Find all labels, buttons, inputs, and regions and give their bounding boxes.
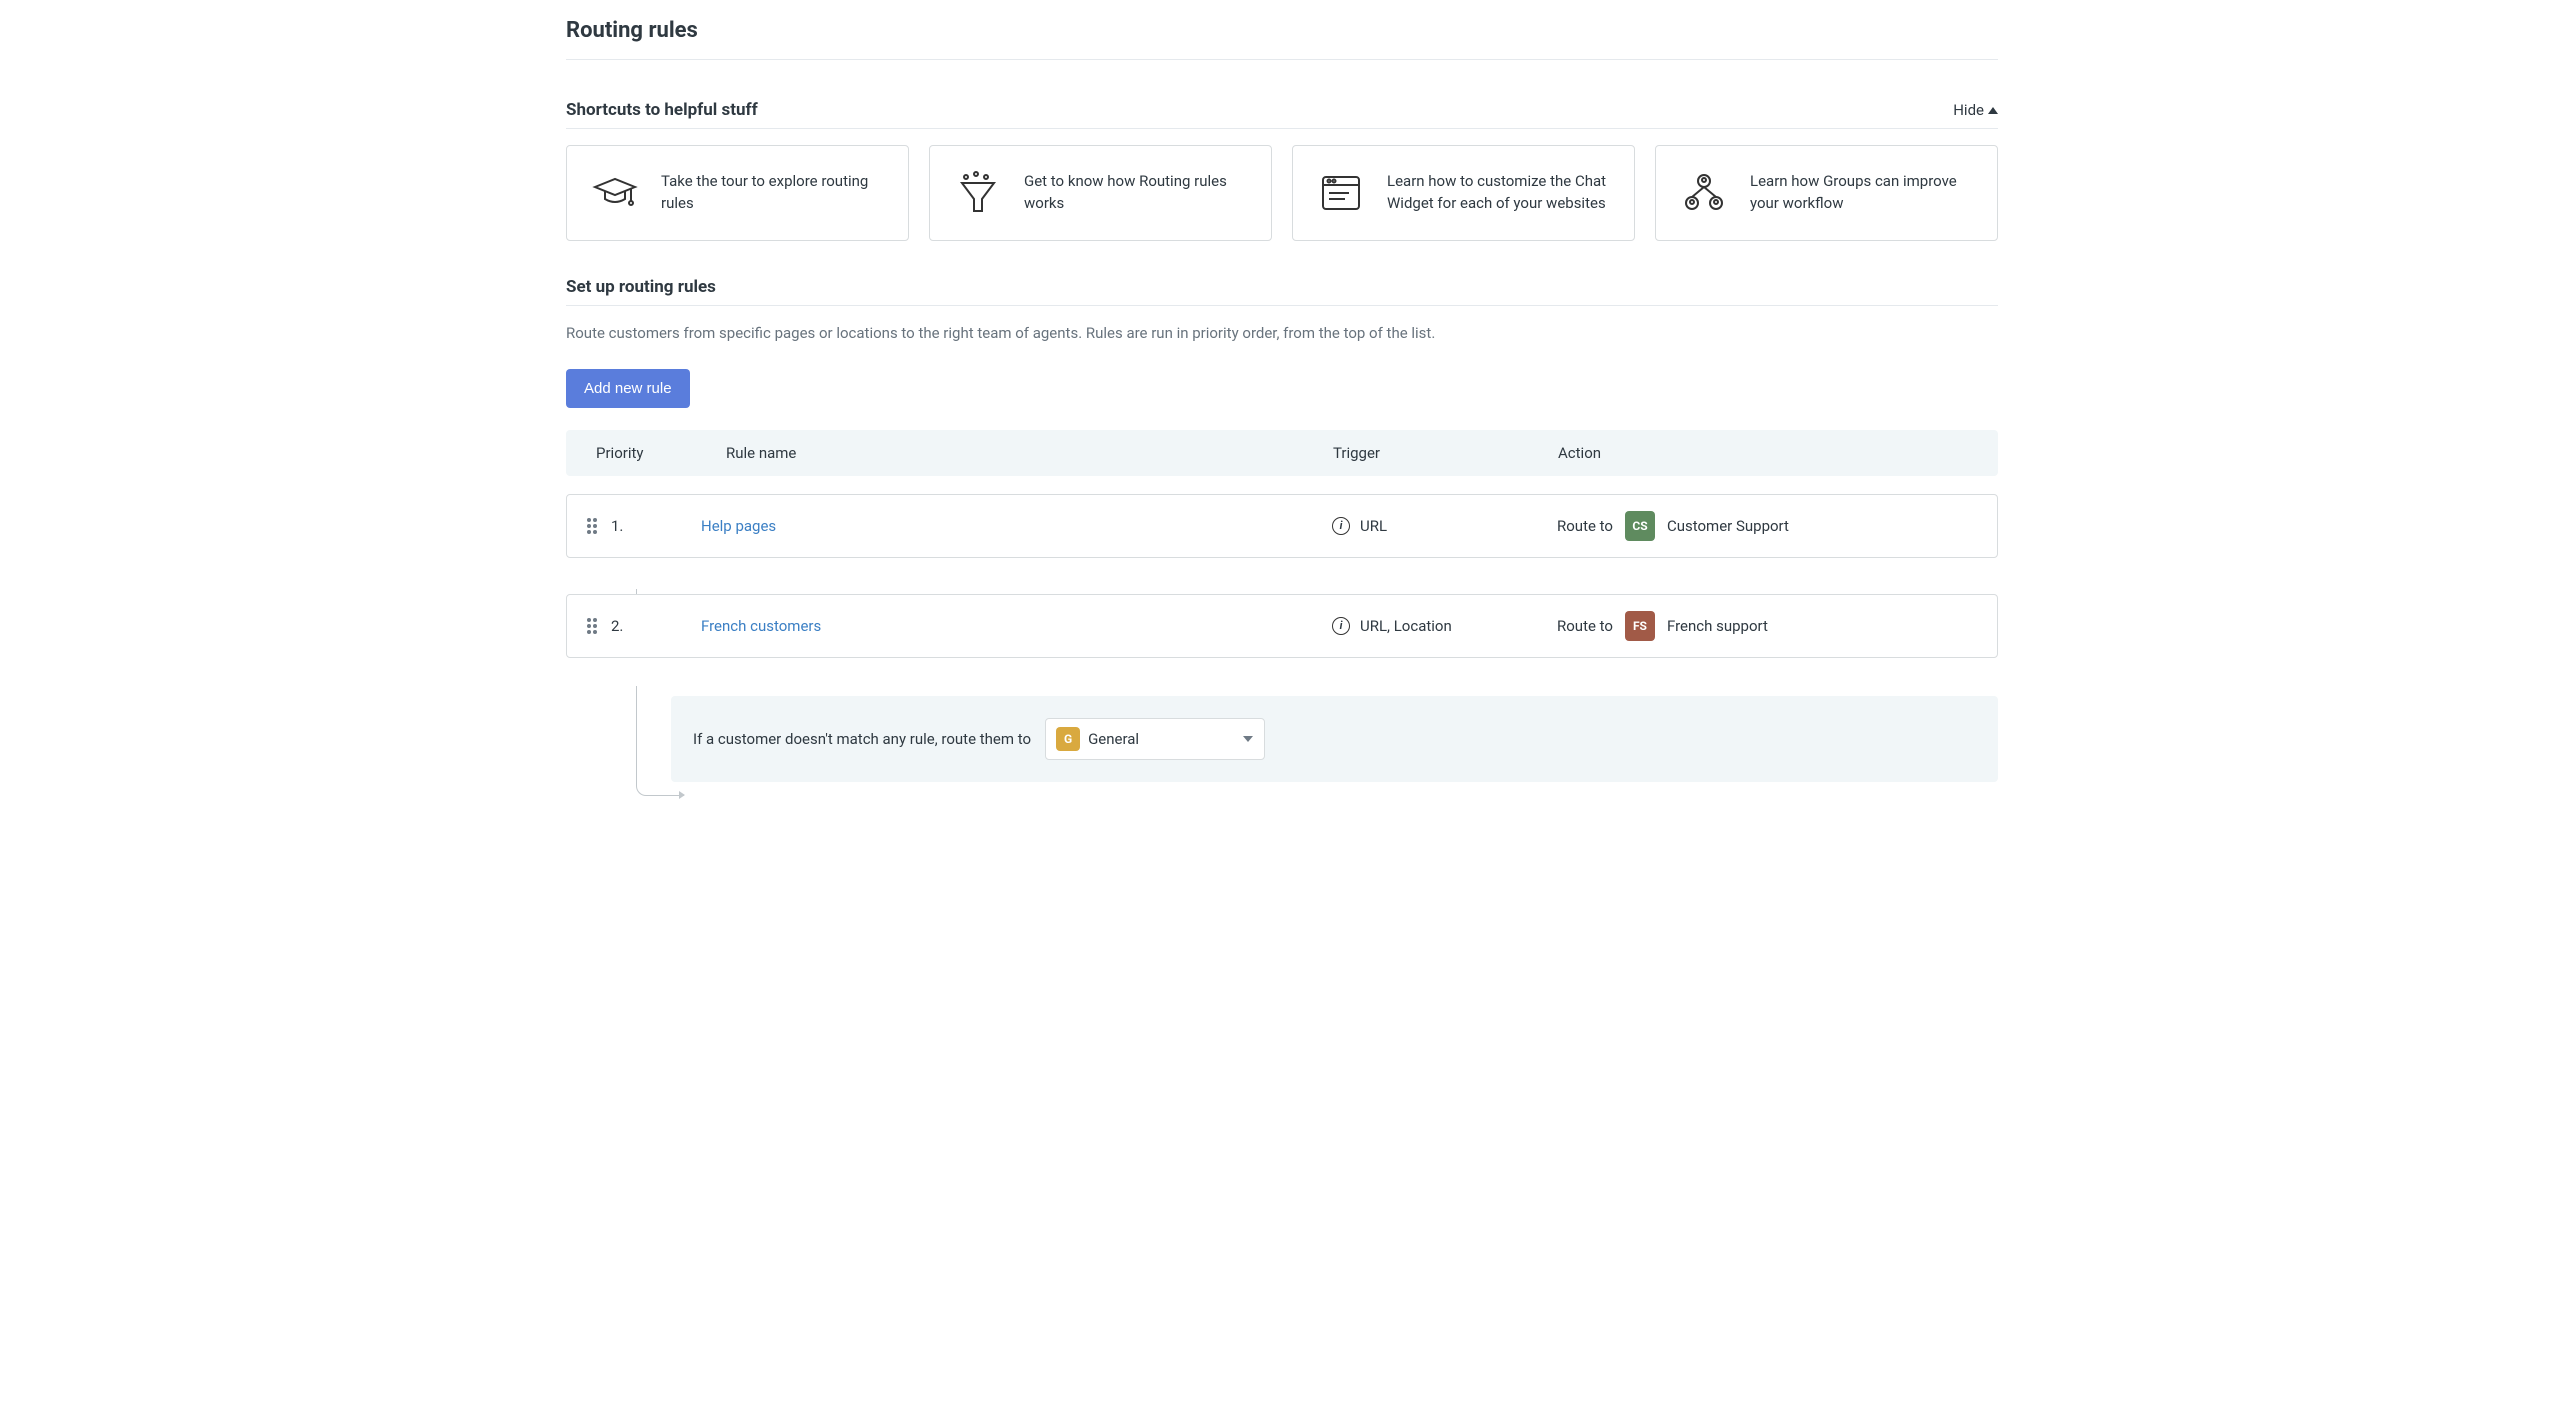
shortcuts-heading: Shortcuts to helpful stuff [566,100,758,120]
shortcut-text: Learn how Groups can improve your workfl… [1750,171,1973,215]
hide-shortcuts-toggle[interactable]: Hide [1953,101,1998,119]
browser-window-icon [1317,169,1365,217]
fallback-selected-label: General [1088,730,1139,748]
shortcut-text: Take the tour to explore routing rules [661,171,884,215]
route-to-label: Route to [1557,617,1613,635]
rules-table-header: Priority Rule name Trigger Action [566,430,1998,476]
shortcut-text: Learn how to customize the Chat Widget f… [1387,171,1610,215]
rule-trigger: URL [1360,517,1387,535]
group-hierarchy-icon [1680,169,1728,217]
rule-name-link[interactable]: Help pages [701,517,1332,535]
col-header-trigger: Trigger [1333,444,1558,462]
col-header-action: Action [1558,444,1978,462]
rule-priority: 2. [611,617,701,635]
funnel-icon [954,169,1002,217]
route-to-label: Route to [1557,517,1613,535]
rule-row[interactable]: 2. French customers i URL, Location Rout… [566,594,1998,658]
add-new-rule-button[interactable]: Add new rule [566,369,690,408]
shortcut-card-tour[interactable]: Take the tour to explore routing rules [566,145,909,241]
shortcut-card-routing-docs[interactable]: Get to know how Routing rules works [929,145,1272,241]
chevron-down-icon [1243,736,1253,742]
shortcut-text: Get to know how Routing rules works [1024,171,1247,215]
rule-row[interactable]: 1. Help pages i URL Route to CS Customer… [566,494,1998,558]
rule-priority: 1. [611,517,701,535]
group-name: Customer Support [1667,517,1789,535]
info-icon[interactable]: i [1332,517,1350,535]
drag-handle-icon[interactable] [587,618,601,634]
group-name: French support [1667,617,1768,635]
chevron-up-icon [1988,107,1998,114]
graduation-cap-icon [591,169,639,217]
fallback-text: If a customer doesn't match any rule, ro… [693,730,1031,748]
rule-trigger: URL, Location [1360,617,1452,635]
shortcut-card-widget-customize[interactable]: Learn how to customize the Chat Widget f… [1292,145,1635,241]
group-badge: G [1056,727,1080,751]
connector-line [636,686,684,796]
hide-label: Hide [1953,101,1984,119]
col-header-priority: Priority [586,444,726,462]
group-badge: CS [1625,511,1655,541]
drag-handle-icon[interactable] [587,518,601,534]
fallback-group-select[interactable]: G General [1045,718,1265,760]
page-title: Routing rules [566,18,1998,43]
fallback-rule-box: If a customer doesn't match any rule, ro… [671,696,1998,782]
group-badge: FS [1625,611,1655,641]
shortcut-card-groups[interactable]: Learn how Groups can improve your workfl… [1655,145,1998,241]
rule-name-link[interactable]: French customers [701,617,1332,635]
setup-description: Route customers from specific pages or l… [566,322,1998,345]
setup-heading: Set up routing rules [566,277,716,297]
col-header-name: Rule name [726,444,1333,462]
info-icon[interactable]: i [1332,617,1350,635]
